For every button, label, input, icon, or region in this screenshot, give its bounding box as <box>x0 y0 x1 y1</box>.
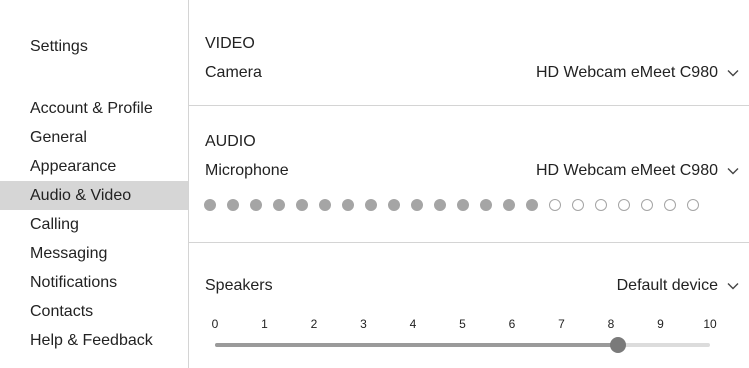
mic-level-dot <box>342 199 354 211</box>
microphone-select-value: HD Webcam eMeet C980 <box>536 162 718 179</box>
sidebar-item-help-feedback[interactable]: Help & Feedback <box>0 326 188 355</box>
sidebar-item-general[interactable]: General <box>0 123 188 152</box>
volume-tick-label: 10 <box>703 317 717 331</box>
sidebar-item-audio-video[interactable]: Audio & Video <box>0 181 188 210</box>
sidebar-title: Settings <box>30 38 88 55</box>
speakers-select[interactable]: Default device <box>617 277 739 295</box>
volume-tick-labels: 0 1 2 3 4 5 6 7 8 9 10 <box>210 317 717 331</box>
sidebar-item-appearance[interactable]: Appearance <box>0 152 188 181</box>
sidebar-nav: Account & Profile General Appearance Aud… <box>0 94 188 355</box>
mic-level-dot <box>319 199 331 211</box>
microphone-level-meter <box>204 199 710 211</box>
audio-section-title: AUDIO <box>205 133 256 150</box>
mic-level-dot <box>296 199 308 211</box>
slider-thumb[interactable] <box>610 337 627 353</box>
speakers-label: Speakers <box>205 277 273 294</box>
microphone-select[interactable]: HD Webcam eMeet C980 <box>536 162 739 180</box>
sidebar-item-messaging[interactable]: Messaging <box>0 239 188 268</box>
speaker-volume-slider[interactable] <box>215 337 710 353</box>
section-divider <box>189 105 749 106</box>
volume-tick-label: 0 <box>211 317 219 331</box>
volume-tick-label: 7 <box>558 317 565 331</box>
section-divider <box>189 242 749 243</box>
mic-level-dot <box>526 199 538 211</box>
mic-level-dot <box>204 199 216 211</box>
mic-level-dot <box>595 199 607 211</box>
volume-tick-label: 8 <box>607 317 615 331</box>
camera-select-value: HD Webcam eMeet C980 <box>536 64 718 81</box>
mic-level-dot <box>618 199 630 211</box>
mic-level-dot <box>227 199 239 211</box>
mic-level-dot <box>503 199 515 211</box>
chevron-down-icon <box>727 168 739 175</box>
slider-fill <box>215 343 619 347</box>
camera-select[interactable]: HD Webcam eMeet C980 <box>536 64 739 82</box>
volume-tick-label: 6 <box>508 317 516 331</box>
mic-level-dot <box>434 199 446 211</box>
mic-level-dot <box>687 199 699 211</box>
volume-tick-label: 1 <box>261 317 268 331</box>
camera-label: Camera <box>205 64 262 81</box>
mic-level-dot <box>480 199 492 211</box>
volume-tick-label: 9 <box>657 317 664 331</box>
volume-tick-label: 2 <box>310 317 318 331</box>
mic-level-dot <box>273 199 285 211</box>
mic-level-dot <box>411 199 423 211</box>
mic-level-dot <box>664 199 676 211</box>
volume-tick-label: 5 <box>459 317 466 331</box>
microphone-label: Microphone <box>205 162 289 179</box>
settings-content: VIDEO Camera HD Webcam eMeet C980 AUDIO … <box>189 0 749 368</box>
sidebar-item-calling[interactable]: Calling <box>0 210 188 239</box>
sidebar-item-account-profile[interactable]: Account & Profile <box>0 94 188 123</box>
mic-level-dot <box>549 199 561 211</box>
mic-level-dot <box>457 199 469 211</box>
settings-sidebar: Settings Account & Profile General Appea… <box>0 0 189 368</box>
mic-level-dot <box>250 199 262 211</box>
volume-tick-label: 4 <box>409 317 417 331</box>
volume-tick-label: 3 <box>360 317 367 331</box>
mic-level-dot <box>572 199 584 211</box>
sidebar-item-notifications[interactable]: Notifications <box>0 268 188 297</box>
chevron-down-icon <box>727 70 739 77</box>
mic-level-dot <box>388 199 400 211</box>
video-section-title: VIDEO <box>205 35 255 52</box>
sidebar-item-contacts[interactable]: Contacts <box>0 297 188 326</box>
chevron-down-icon <box>727 283 739 290</box>
mic-level-dot <box>365 199 377 211</box>
mic-level-dot <box>641 199 653 211</box>
speakers-select-value: Default device <box>616 277 718 294</box>
